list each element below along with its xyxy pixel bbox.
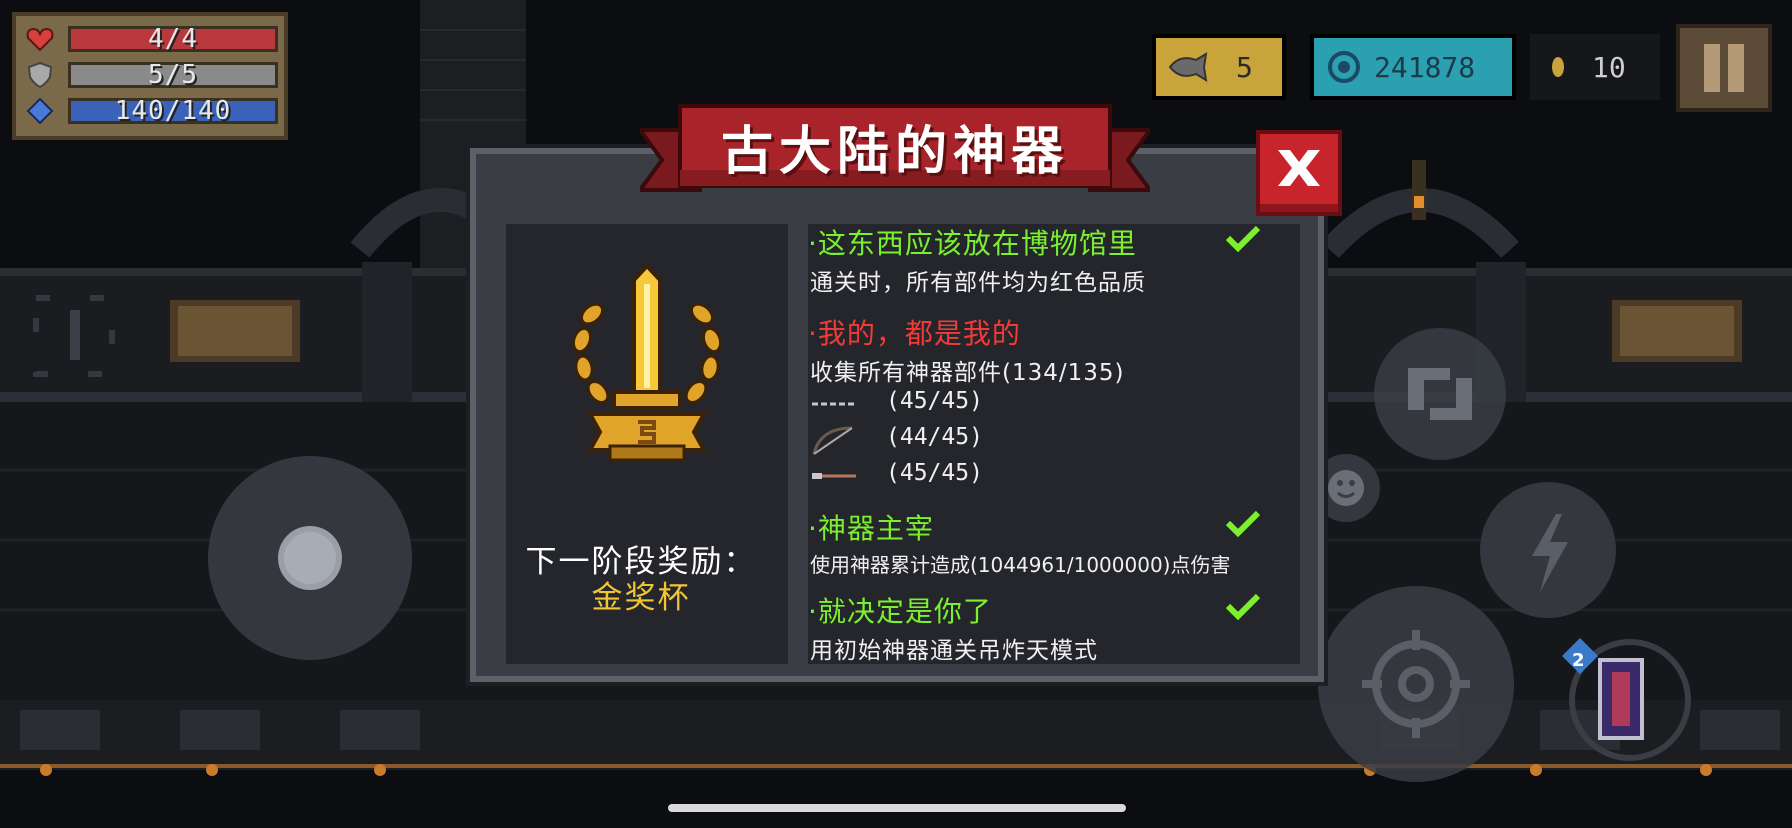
staff-part-icon (812, 402, 856, 406)
check-icon (1226, 225, 1260, 252)
part-count: (45/45) (886, 388, 983, 414)
attack-button[interactable] (1318, 586, 1514, 782)
achievement-desc: 用初始神器通关吊炸天模式 (810, 638, 1098, 664)
artifact-part-row: (44/45) (810, 424, 1050, 456)
achievement-title: ·我的，都是我的 (808, 317, 1021, 350)
fish-icon (1168, 52, 1208, 82)
armor-row: 5/5 (20, 60, 282, 90)
fish-count: 5 (1236, 50, 1253, 84)
armor-bar: 5/5 (68, 60, 278, 90)
health-bar: 4/4 (68, 24, 278, 54)
achievement-title: ·就决定是你了 (808, 595, 992, 628)
part-count: (44/45) (886, 424, 983, 450)
artifact-part-row: (45/45) (810, 388, 1050, 420)
check-icon (1226, 510, 1260, 537)
skill-button[interactable] (1480, 482, 1616, 618)
secondary-weapon-slot[interactable]: 2 (1562, 638, 1691, 761)
home-indicator[interactable] (668, 804, 1126, 812)
part-count: (45/45) (886, 460, 983, 486)
coin-count: 10 (1592, 50, 1626, 84)
achievement-title: ·这东西应该放在博物馆里 (808, 227, 1137, 260)
right-controls: 2 (1312, 328, 1691, 782)
shield-icon (27, 62, 53, 88)
energy-bar: 140/140 (68, 96, 278, 126)
blade-part-icon (812, 473, 856, 479)
coin-icon (1552, 57, 1564, 77)
health-row: 4/4 (20, 24, 282, 54)
diamond-icon (26, 98, 54, 124)
gem-count: 241878 (1374, 50, 1476, 84)
swap-weapon-button[interactable] (1374, 328, 1506, 460)
close-icon (1278, 150, 1320, 186)
smiley-icon (1328, 470, 1364, 506)
pause-button[interactable] (1676, 24, 1772, 112)
dialog-title: 古大陆的神器 (720, 121, 1069, 182)
golden-sword-trophy-icon (571, 264, 723, 462)
fish-counter: 5 (1152, 34, 1286, 100)
achievement-desc: 使用神器累计造成(1044961/1000000)点伤害 (810, 553, 1231, 577)
check-icon (1226, 593, 1260, 620)
artifact-part-row: (45/45) (810, 460, 1050, 492)
gem-counter: 241878 (1310, 34, 1516, 100)
heart-icon (26, 27, 54, 52)
achievement-desc: 收集所有神器部件(134/135) (810, 360, 1125, 386)
gem-icon (1328, 51, 1360, 83)
energy-row: 140/140 (20, 96, 282, 126)
movement-joystick[interactable] (206, 454, 414, 662)
secondary-weapon-level: 2 (1572, 650, 1585, 671)
player-stats-panel: 4/4 5/5 140/140 (12, 12, 288, 140)
achievement-title: ·神器主宰 (808, 512, 934, 545)
coin-counter: 10 (1530, 34, 1660, 100)
next-stage-reward: 金奖杯 (591, 580, 691, 616)
bow-part-icon (812, 426, 853, 455)
achievement-desc: 通关时，所有部件均为红色品质 (810, 270, 1146, 296)
dialog-title-banner: 古大陆的神器 (654, 104, 1136, 196)
close-button[interactable] (1256, 130, 1342, 216)
